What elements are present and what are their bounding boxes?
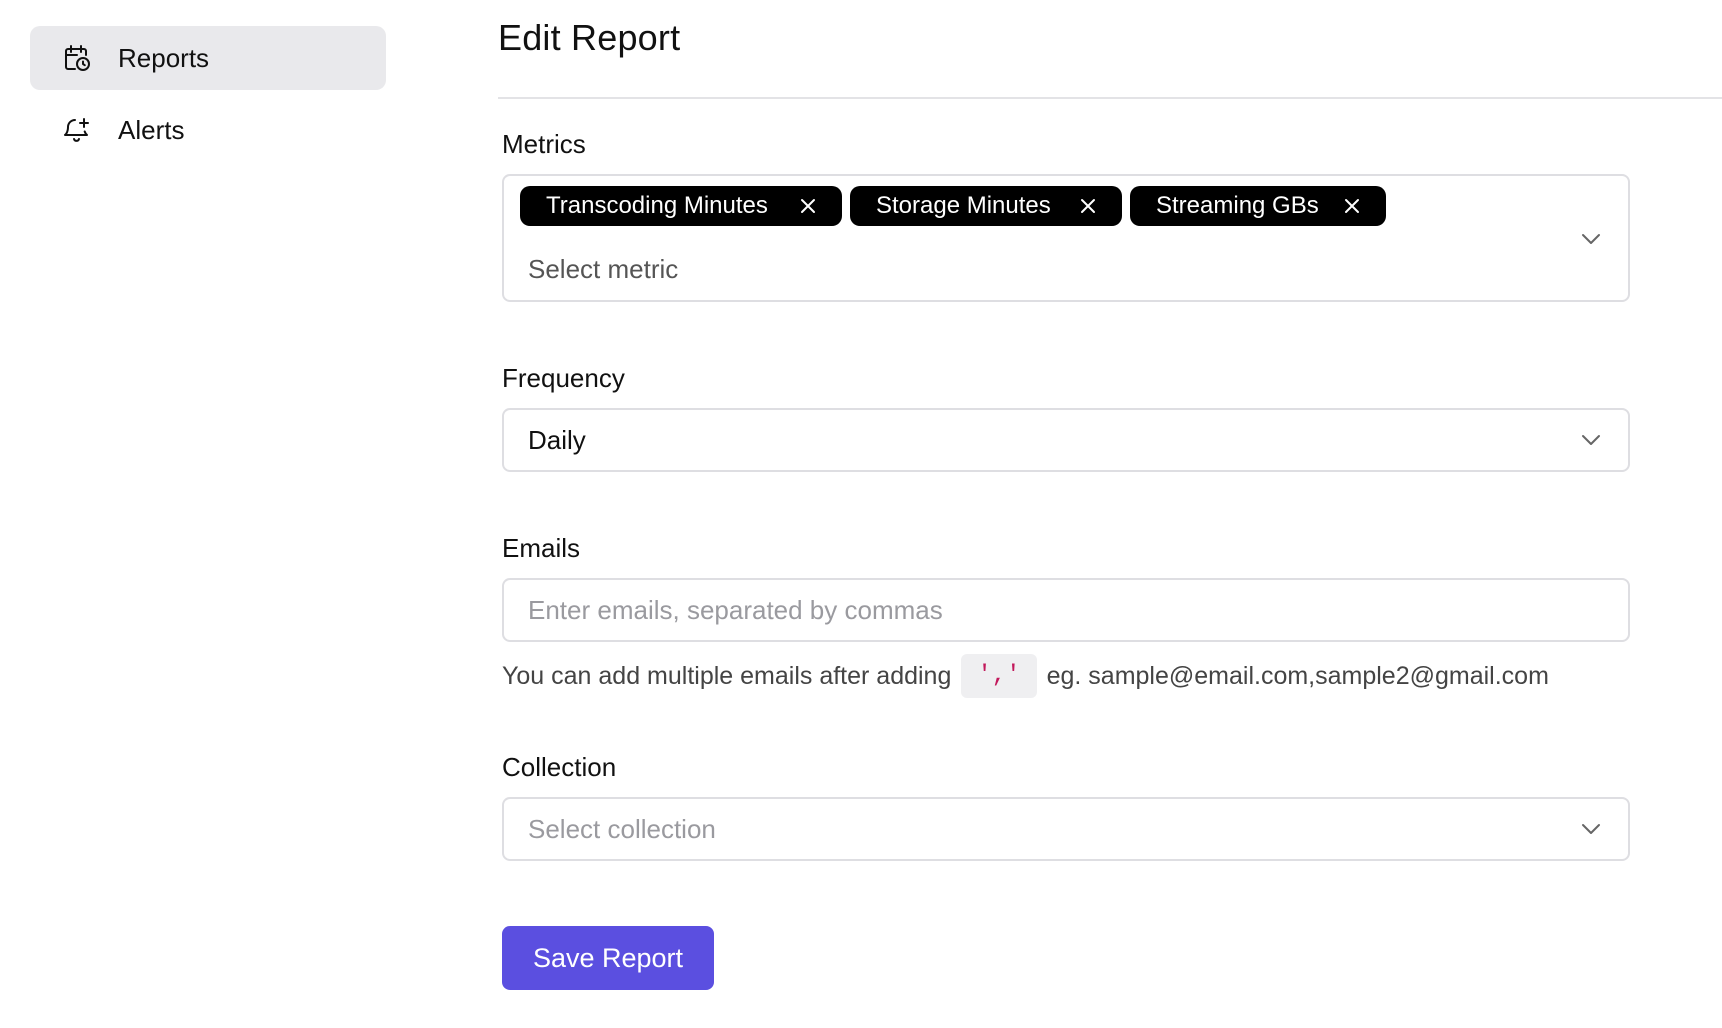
bell-plus-icon	[64, 118, 89, 142]
metric-tag: Streaming GBs	[1130, 186, 1386, 226]
collection-label: Collection	[502, 752, 617, 782]
calendar-clock-icon	[65, 45, 90, 71]
metric-tag-label: Storage Minutes	[876, 192, 1051, 219]
frequency-value: Daily	[528, 425, 586, 455]
sidebar: Reports Alerts	[0, 0, 400, 1028]
metrics-placeholder[interactable]: Select metric	[528, 254, 678, 285]
sidebar-item-label: Alerts	[118, 114, 185, 145]
emails-help-text: You can add multiple emails after adding…	[502, 654, 1549, 698]
metric-tag: Transcoding Minutes	[520, 186, 842, 226]
chevron-down-icon[interactable]	[1580, 433, 1602, 447]
emails-input[interactable]	[502, 578, 1630, 642]
collection-select[interactable]: Select collection	[502, 797, 1630, 861]
sidebar-item-alerts[interactable]: Alerts	[30, 98, 386, 162]
help-code-chip: ','	[961, 654, 1037, 698]
metrics-label: Metrics	[502, 129, 586, 159]
metric-tag-label: Transcoding Minutes	[546, 192, 768, 219]
collection-placeholder: Select collection	[528, 814, 716, 844]
divider	[498, 97, 1722, 99]
help-suffix: eg. sample@email.com,sample2@gmail.com	[1046, 661, 1549, 690]
sidebar-item-reports[interactable]: Reports	[30, 26, 386, 90]
close-icon[interactable]	[1344, 198, 1360, 214]
chevron-down-icon[interactable]	[1580, 822, 1602, 836]
frequency-select[interactable]: Daily	[502, 408, 1630, 472]
page-title: Edit Report	[498, 17, 681, 58]
metric-tag: Storage Minutes	[850, 186, 1122, 226]
frequency-label: Frequency	[502, 363, 625, 393]
help-prefix: You can add multiple emails after adding	[502, 661, 952, 690]
chevron-down-icon[interactable]	[1580, 232, 1602, 246]
metrics-multiselect[interactable]: Transcoding Minutes Storage Minutes Stre…	[502, 174, 1630, 302]
close-icon[interactable]	[800, 198, 816, 214]
emails-label: Emails	[502, 533, 581, 563]
save-report-button[interactable]: Save Report	[502, 926, 714, 990]
sidebar-item-label: Reports	[118, 42, 210, 73]
close-icon[interactable]	[1080, 198, 1096, 214]
main-content: Edit Report Metrics Transcoding Minutes …	[498, 0, 1722, 1028]
metric-tag-label: Streaming GBs	[1156, 192, 1319, 219]
